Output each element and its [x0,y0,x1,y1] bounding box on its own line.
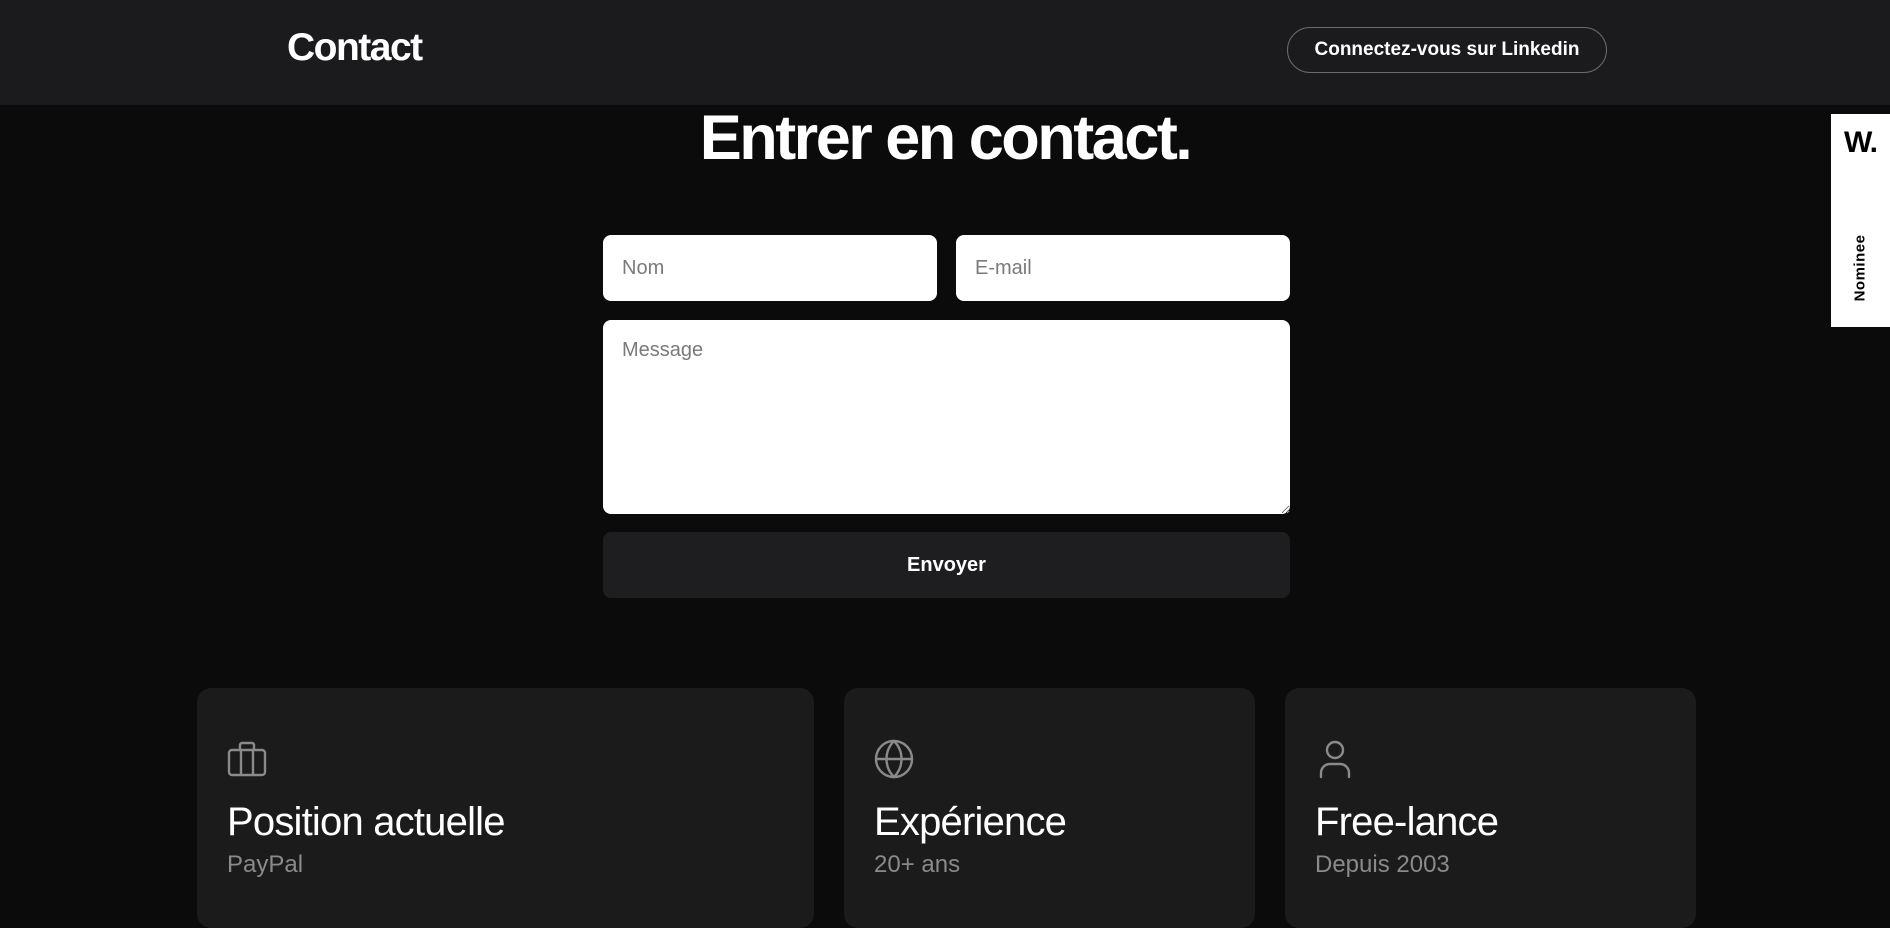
globe-icon [874,739,914,779]
contact-headline: Entrer en contact. [699,103,1193,173]
card-subtitle: Depuis 2003 [1315,851,1450,878]
name-input[interactable] [603,235,937,301]
briefcase-icon [227,739,267,779]
top-nav-bar: Contact Connectez-vous sur Linkedin [0,0,1890,105]
user-icon [1315,739,1355,779]
award-nominee-badge[interactable]: W. Nominee [1831,114,1890,327]
card-title: Position actuelle [227,800,506,844]
linkedin-connect-button[interactable]: Connectez-vous sur Linkedin [1287,27,1607,73]
send-button[interactable]: Envoyer [603,532,1290,598]
awwwards-logo: W. [1844,126,1878,159]
nominee-label: Nominee [1851,234,1869,302]
message-textarea[interactable] [603,320,1290,514]
card-title: Expérience [874,800,1067,844]
card-subtitle: PayPal [227,851,304,878]
card-title: Free-lance [1315,800,1499,844]
email-input[interactable] [956,235,1290,301]
page-title: Contact [287,26,423,69]
card-subtitle: 20+ ans [874,851,961,878]
info-card-freelance: Free-lance Depuis 2003 [1285,688,1696,928]
info-card-position: Position actuelle PayPal [197,688,814,928]
info-card-experience: Expérience 20+ ans [844,688,1255,928]
